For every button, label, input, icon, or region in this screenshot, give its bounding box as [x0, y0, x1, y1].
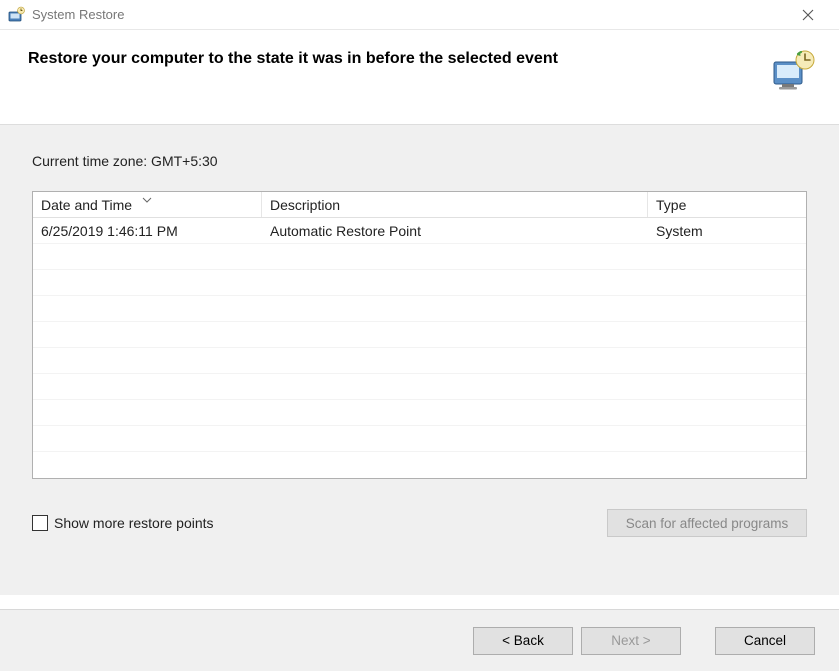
table-row[interactable]: 6/25/2019 1:46:11 PM Automatic Restore P…	[33, 218, 806, 244]
checkbox-label: Show more restore points	[54, 515, 214, 531]
window-title: System Restore	[32, 7, 785, 22]
below-table-row: Show more restore points Scan for affect…	[32, 509, 807, 537]
wizard-footer: < Back Next > Cancel	[0, 609, 839, 671]
column-header-date[interactable]: Date and Time	[33, 192, 262, 217]
empty-row	[33, 244, 806, 270]
restore-points-table: Date and Time Description Type 6/25/2019…	[32, 191, 807, 479]
column-header-type[interactable]: Type	[648, 192, 806, 217]
content-area: Current time zone: GMT+5:30 Date and Tim…	[0, 125, 839, 595]
wizard-header: Restore your computer to the state it wa…	[0, 30, 839, 125]
restore-icon	[771, 48, 817, 94]
column-label: Date and Time	[41, 197, 132, 213]
cell-type: System	[648, 220, 806, 242]
empty-row	[33, 322, 806, 348]
empty-row	[33, 426, 806, 452]
scan-affected-button[interactable]: Scan for affected programs	[607, 509, 807, 537]
show-more-checkbox[interactable]: Show more restore points	[32, 515, 214, 531]
empty-row	[33, 348, 806, 374]
cancel-button[interactable]: Cancel	[715, 627, 815, 655]
app-icon	[8, 6, 26, 24]
next-button[interactable]: Next >	[581, 627, 681, 655]
close-button[interactable]	[785, 0, 831, 30]
page-title: Restore your computer to the state it wa…	[28, 48, 771, 68]
empty-row	[33, 296, 806, 322]
cell-description: Automatic Restore Point	[262, 220, 648, 242]
empty-row	[33, 452, 806, 478]
column-label: Description	[270, 197, 340, 213]
column-header-description[interactable]: Description	[262, 192, 648, 217]
titlebar: System Restore	[0, 0, 839, 30]
cell-date: 6/25/2019 1:46:11 PM	[33, 220, 262, 242]
empty-row	[33, 270, 806, 296]
empty-row	[33, 374, 806, 400]
sort-desc-icon	[142, 190, 152, 206]
back-button[interactable]: < Back	[473, 627, 573, 655]
table-header: Date and Time Description Type	[33, 192, 806, 218]
checkbox-box	[32, 515, 48, 531]
timezone-label: Current time zone: GMT+5:30	[32, 153, 807, 169]
column-label: Type	[656, 197, 686, 213]
empty-row	[33, 400, 806, 426]
